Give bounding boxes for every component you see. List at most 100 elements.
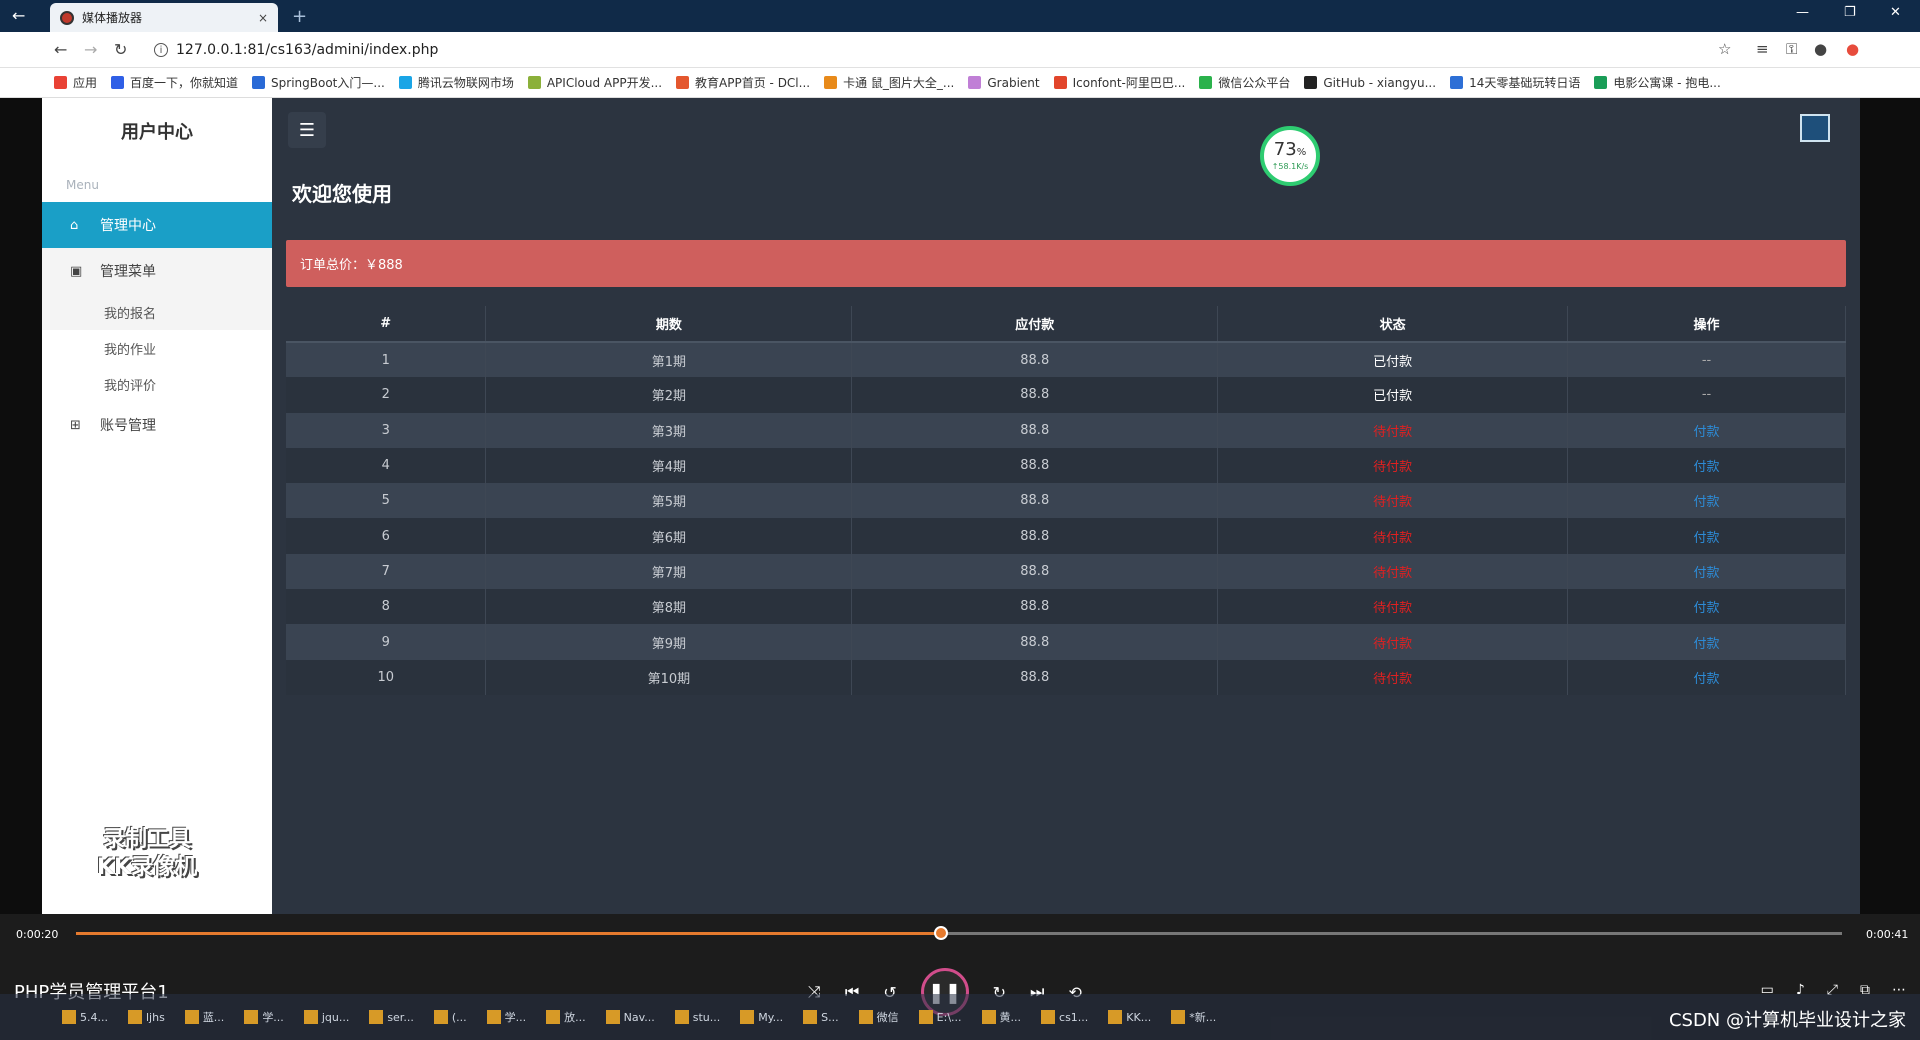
taskbar-item[interactable]: cs1... (1035, 1002, 1094, 1032)
sidebar-subitem-my-evaluation[interactable]: 我的评价 (42, 366, 272, 402)
pay-link[interactable]: 付款 (1567, 624, 1846, 660)
orders-table: # 期数 应付款 状态 操作 1 第1期 88.8 已付款 -- 2 第2期 88.8 已付款 -… (286, 306, 1846, 695)
taskbar-item[interactable]: E:\... (913, 1002, 968, 1032)
key-icon[interactable]: ⚿ (1786, 40, 1797, 58)
bookmark-item[interactable]: 14天零基础玩转日语 (1450, 74, 1580, 91)
bookmark-favicon-icon (1053, 76, 1067, 89)
taskbar-item[interactable]: 5.4... (56, 1002, 114, 1032)
info-icon[interactable]: i (154, 43, 168, 57)
tab-title: 媒体播放器 (82, 11, 143, 25)
forward-icon[interactable]: → (84, 40, 97, 59)
fullscreen-icon[interactable] (1800, 114, 1830, 142)
taskbar-item-label: 放... (564, 1011, 586, 1024)
bookmark-label: SpringBoot入门—... (271, 76, 385, 90)
bookmark-item[interactable]: Grabient (968, 76, 1040, 90)
bookmark-item[interactable]: APICloud APP开发... (527, 74, 662, 91)
csdn-watermark: CSDN @计算机毕业设计之家 (1668, 1010, 1906, 1031)
column-header: 应付款 (851, 306, 1219, 343)
sidebar-subitem-my-homework[interactable]: 我的作业 (42, 330, 272, 366)
bookmark-label: Iconfont-阿里巴巴... (1072, 76, 1186, 90)
taskbar-item[interactable]: ser... (363, 1002, 420, 1032)
taskbar-item[interactable]: Nav... (600, 1002, 661, 1032)
pay-link[interactable]: 付款 (1567, 483, 1846, 519)
taskbar-item[interactable]: 微信 (853, 1002, 905, 1032)
page-title: 欢迎您使用 (292, 182, 392, 206)
restore-icon[interactable]: ❐ (1844, 5, 1856, 20)
table-row: 1 第1期 88.8 已付款 -- (286, 342, 1846, 378)
menu-toggle-icon[interactable]: ☰ (288, 112, 326, 148)
app-icon (303, 1010, 318, 1024)
row-number: 9 (286, 624, 487, 660)
bookmark-label: 14天零基础玩转日语 (1469, 76, 1581, 90)
row-period: 第4期 (485, 447, 853, 484)
taskbar-item[interactable]: jqu... (298, 1002, 356, 1032)
row-status: 待付款 (1217, 483, 1569, 519)
pay-link[interactable]: 付款 (1567, 589, 1846, 625)
bookmark-favicon-icon (398, 76, 412, 89)
pay-link[interactable]: 付款 (1567, 412, 1846, 448)
taskbar-item[interactable]: 蓝... (179, 1002, 231, 1032)
url-field[interactable]: i 127.0.0.1:81/cs163/admini/index.php (154, 38, 1744, 62)
reading-list-icon[interactable]: ≡ (1756, 40, 1769, 58)
close-window-icon[interactable]: ✕ (1890, 5, 1901, 20)
menu-label: Menu (66, 178, 99, 192)
bookmark-item[interactable]: 腾讯云物联网市场 (398, 74, 514, 91)
bookmark-item[interactable]: 微信公众平台 (1199, 74, 1290, 91)
seek-bar[interactable] (76, 926, 1842, 940)
pay-link[interactable]: 付款 (1567, 659, 1846, 695)
app-icon (184, 1010, 199, 1024)
taskbar-item[interactable]: KK... (1102, 1002, 1157, 1032)
browser-tab[interactable]: 媒体播放器 × (50, 3, 278, 32)
bookmark-item[interactable]: 百度一下，你就知道 (111, 74, 238, 91)
taskbar-item[interactable]: *新... (1165, 1002, 1222, 1032)
speed-percent: 73 (1273, 139, 1297, 160)
taskbar-item[interactable]: S... (797, 1002, 844, 1032)
row-period: 第3期 (485, 412, 853, 448)
minimize-icon[interactable]: — (1796, 5, 1809, 20)
back-arrow-icon[interactable]: ← (12, 6, 25, 25)
taskbar-item-label: 学... (504, 1011, 527, 1024)
taskbar-item[interactable]: (... (428, 1002, 473, 1032)
bookmarks-bar: 应用 百度一下，你就知道 SpringBoot入门—... 腾讯云物联网市场 APICl… (0, 68, 1920, 98)
url-text: 127.0.0.1:81/cs163/admini/index.php (176, 42, 439, 58)
seek-bar-thumb[interactable] (934, 926, 948, 940)
extension-icon[interactable]: ● (1846, 40, 1859, 58)
bookmark-item[interactable]: SpringBoot入门—... (252, 74, 385, 91)
sidebar-brand: 用户中心 (121, 122, 193, 143)
bookmark-item[interactable]: 卡通 鼠_图片大全_... (824, 74, 954, 91)
bookmark-item[interactable]: Iconfont-阿里巴巴... (1053, 74, 1186, 91)
pay-link[interactable]: 付款 (1567, 553, 1846, 590)
pay-link[interactable]: 付款 (1567, 518, 1846, 554)
taskbar-item[interactable]: ljhs (122, 1002, 171, 1032)
bookmark-item[interactable]: 应用 (54, 74, 97, 91)
taskbar-item[interactable]: stu... (669, 1002, 727, 1032)
sidebar-item-dashboard[interactable]: ⌂ 管理中心 (42, 202, 272, 248)
profile-icon[interactable]: ● (1814, 40, 1827, 58)
pay-link[interactable]: 付款 (1567, 447, 1846, 484)
row-number: 3 (286, 412, 487, 448)
tab-close-icon[interactable]: × (258, 11, 268, 25)
reload-icon[interactable]: ↻ (114, 40, 127, 59)
column-header: 期数 (485, 306, 853, 343)
bookmark-item[interactable]: GitHub - xiangyu... (1304, 76, 1436, 90)
bookmark-item[interactable]: 教育APP首页 - DCl... (676, 74, 810, 91)
bookmark-favicon-icon (824, 76, 838, 89)
sidebar-item-account[interactable]: ⊞ 账号管理 (42, 402, 272, 448)
bookmark-star-icon[interactable]: ☆ (1718, 40, 1731, 58)
back-icon[interactable]: ← (54, 40, 67, 59)
row-status: 待付款 (1217, 624, 1569, 660)
sidebar-item-manage-menu[interactable]: ▣ 管理菜单 (42, 248, 272, 294)
new-tab-icon[interactable]: + (292, 6, 307, 27)
table-row: 4 第4期 88.8 待付款 付款 (286, 447, 1846, 484)
bookmark-item[interactable]: 电影公寓课 - 抱电... (1594, 74, 1721, 91)
taskbar-item[interactable]: My... (734, 1002, 789, 1032)
taskbar-item[interactable]: 放... (540, 1002, 592, 1032)
taskbar-item[interactable]: 黄... (976, 1002, 1028, 1032)
taskbar-item[interactable]: 学... (481, 1002, 533, 1032)
sidebar-subitem-my-registration[interactable]: 我的报名 (42, 294, 272, 330)
row-amount: 88.8 (851, 553, 1219, 590)
bookmark-label: 百度一下，你就知道 (130, 76, 239, 90)
taskbar-item[interactable]: 学... (238, 1002, 290, 1032)
bookmark-favicon-icon (1450, 76, 1464, 89)
taskbar-item-label: jqu... (321, 1010, 350, 1024)
